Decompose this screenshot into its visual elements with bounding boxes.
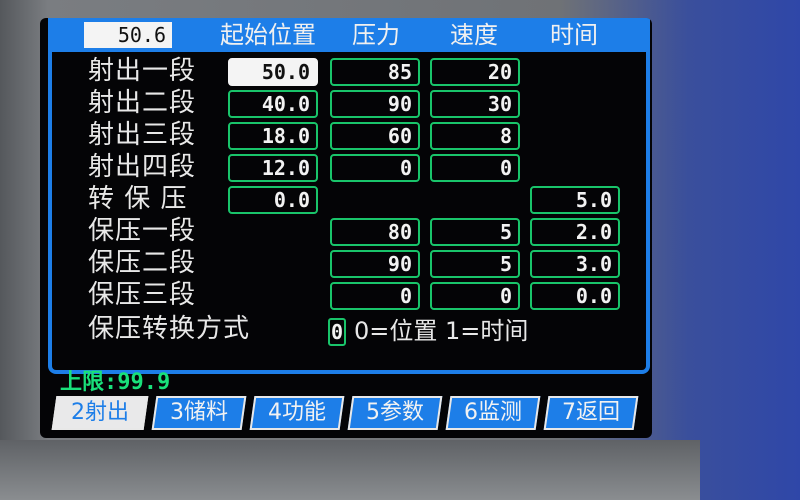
pressure-field[interactable]: 90: [330, 250, 420, 278]
fkey-label: 2射出: [71, 400, 129, 425]
header-start-position: 起始位置: [220, 21, 316, 49]
header-time: 时间: [550, 21, 598, 49]
fkey-function[interactable]: 4功能: [249, 396, 345, 430]
position-display: 50.6: [84, 22, 172, 48]
fkey-parameters[interactable]: 5参数: [347, 396, 443, 430]
time-field[interactable]: 2.0: [530, 218, 620, 246]
fkey-monitor[interactable]: 6监测: [445, 396, 541, 430]
fkey-label: 3储料: [170, 400, 228, 425]
row-label: 保压三段: [88, 280, 197, 310]
pressure-field[interactable]: 60: [330, 122, 420, 150]
speed-field[interactable]: 5: [430, 250, 520, 278]
speed-field[interactable]: 0: [430, 154, 520, 182]
switch-mode-label: 保压转换方式: [88, 314, 251, 344]
fkey-return[interactable]: 7返回: [543, 396, 639, 430]
speed-field[interactable]: 0: [430, 282, 520, 310]
fkey-injection[interactable]: 2射出: [51, 396, 149, 430]
time-field[interactable]: 5.0: [530, 186, 620, 214]
pressure-field[interactable]: 90: [330, 90, 420, 118]
switch-mode-options: 0=位置 1=时间: [354, 317, 529, 345]
fkey-label: 6监测: [464, 400, 522, 425]
fkey-charging[interactable]: 3储料: [151, 396, 247, 430]
row-label: 保压一段: [88, 216, 197, 246]
position-field[interactable]: 50.0: [228, 58, 318, 86]
header-pressure: 压力: [352, 21, 400, 49]
speed-field[interactable]: 5: [430, 218, 520, 246]
time-field[interactable]: 0.0: [530, 282, 620, 310]
pressure-field[interactable]: 80: [330, 218, 420, 246]
speed-field[interactable]: 8: [430, 122, 520, 150]
device-bezel-bottom: [0, 440, 700, 500]
header-speed: 速度: [450, 21, 498, 49]
pressure-field[interactable]: 0: [330, 282, 420, 310]
switch-mode-field[interactable]: 0: [328, 318, 346, 346]
row-label: 保压二段: [88, 248, 197, 278]
hmi-screen: 50.6 起始位置 压力 速度 时间 射出一段 50.0 85 20 射出二段 …: [40, 18, 652, 438]
row-label: 转 保 压: [88, 184, 188, 214]
speed-field[interactable]: 20: [430, 58, 520, 86]
upper-limit-text: 上限:99.9: [60, 370, 171, 395]
row-label: 射出一段: [88, 56, 197, 86]
position-field[interactable]: 40.0: [228, 90, 318, 118]
pressure-field[interactable]: 0: [330, 154, 420, 182]
position-field[interactable]: 0.0: [228, 186, 318, 214]
position-field[interactable]: 18.0: [228, 122, 318, 150]
pressure-field[interactable]: 85: [330, 58, 420, 86]
fkey-label: 5参数: [366, 400, 424, 425]
position-field[interactable]: 12.0: [228, 154, 318, 182]
row-label: 射出四段: [88, 152, 197, 182]
row-label: 射出三段: [88, 120, 197, 150]
fkey-label: 7返回: [562, 400, 620, 425]
time-field[interactable]: 3.0: [530, 250, 620, 278]
row-label: 射出二段: [88, 88, 197, 118]
speed-field[interactable]: 30: [430, 90, 520, 118]
header-bar: 50.6 起始位置 压力 速度 时间: [48, 18, 650, 52]
fkey-label: 4功能: [268, 400, 326, 425]
